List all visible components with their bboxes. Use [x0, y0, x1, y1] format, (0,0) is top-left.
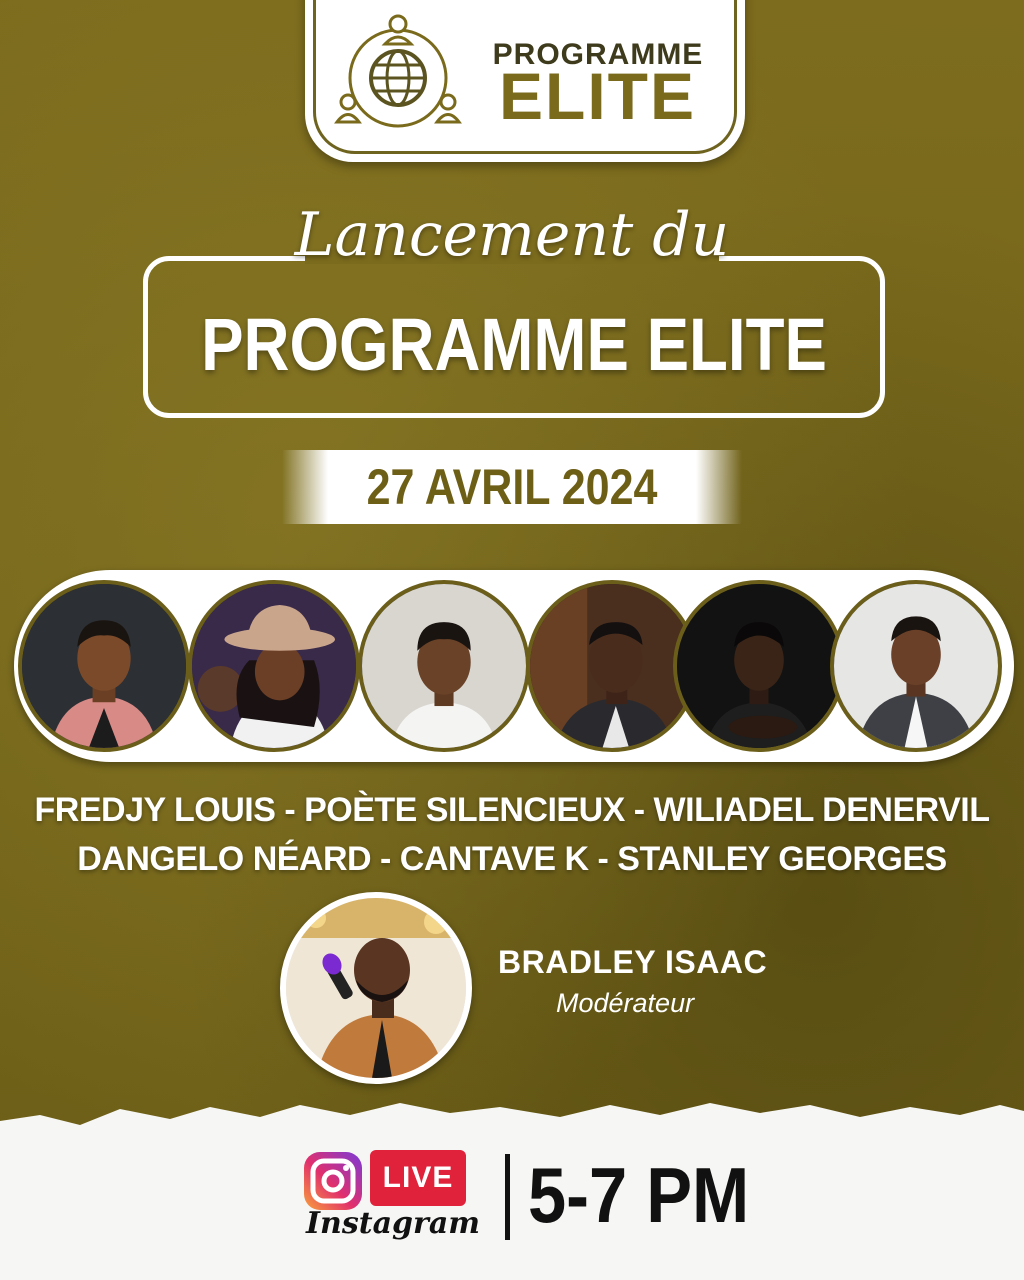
speaker-names-line-2: DANGELO NÉARD - CANTAVE K - STANLEY GEOR…	[77, 840, 947, 878]
live-badge: LIVE	[370, 1150, 466, 1206]
speaker-photo-6	[830, 580, 1002, 752]
speaker-avatar-icon	[530, 584, 694, 748]
instagram-icon	[304, 1152, 362, 1210]
speaker-names-line-1: FREDJY LOUIS - POÈTE SILENCIEUX - WILIAD…	[34, 791, 990, 829]
speaker-photo-1	[18, 580, 190, 752]
event-poster: PROGRAMME ELITE Lancement du PROGRAMME E…	[0, 0, 1024, 1280]
event-date: 27 AVRIL 2024	[366, 459, 658, 515]
instagram-label: Instagram	[306, 1206, 480, 1241]
speaker-photo-3	[358, 580, 530, 752]
logo-card: PROGRAMME ELITE	[305, 0, 745, 162]
globe-people-logo-icon	[334, 14, 462, 128]
footer-divider	[505, 1154, 510, 1240]
moderator-avatar-icon	[286, 898, 466, 1078]
launch-script-heading: Lancement du	[294, 200, 730, 270]
speaker-avatar-icon	[192, 584, 356, 748]
speaker-avatar-icon	[362, 584, 526, 748]
event-time: 5-7 PM	[528, 1151, 750, 1239]
torn-paper-footer	[0, 1103, 1024, 1280]
moderator-photo	[280, 892, 472, 1084]
speaker-avatar-icon	[834, 584, 998, 748]
speaker-photo-5	[673, 580, 845, 752]
moderator-role: Modérateur	[556, 988, 695, 1018]
moderator-name: BRADLEY ISAAC	[498, 944, 768, 980]
speaker-avatar-icon	[22, 584, 186, 748]
speaker-photo-2	[188, 580, 360, 752]
logo-text-elite: ELITE	[498, 59, 696, 133]
page-title: PROGRAMME ELITE	[201, 303, 827, 386]
speaker-avatar-icon	[677, 584, 841, 748]
